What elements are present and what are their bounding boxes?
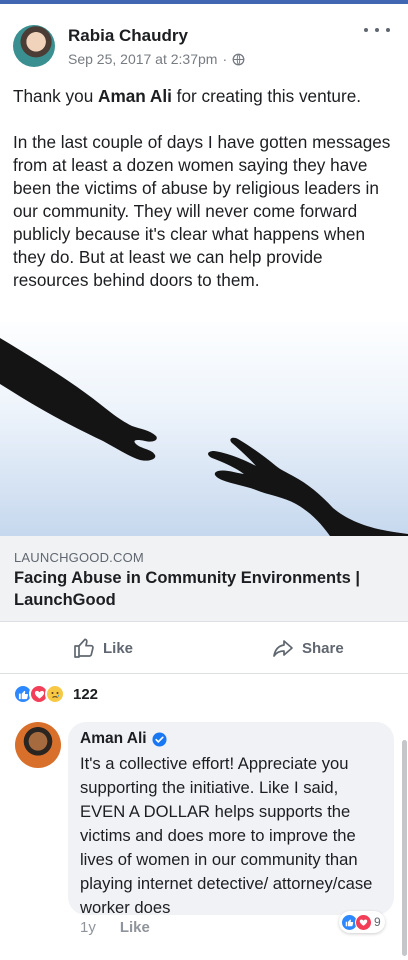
share-button[interactable]: Share [271, 636, 344, 660]
more-options-icon[interactable] [364, 28, 390, 40]
post-meta: Sep 25, 2017 at 2:37pm · [68, 51, 245, 67]
post-actions: Like Share [0, 622, 408, 674]
link-preview-meta[interactable]: LAUNCHGOOD.COM Facing Abuse in Community… [0, 536, 408, 622]
author-avatar[interactable] [13, 25, 55, 67]
reaching-hands-image [0, 338, 408, 536]
link-domain: LAUNCHGOOD.COM [14, 550, 144, 565]
comment-author[interactable]: Aman Ali [80, 730, 167, 748]
post-text-intro: Thank you Aman Ali for creating this ven… [13, 86, 362, 106]
author-name[interactable]: Rabia Chaudry [68, 26, 188, 46]
comment-reactions[interactable]: 9 [339, 911, 385, 933]
comment-text: It's a collective effort! Appreciate you… [80, 754, 373, 917]
link-preview-image[interactable] [0, 322, 408, 536]
post-header: Rabia Chaudry Sep 25, 2017 at 2:37pm · [0, 4, 408, 76]
comment-age[interactable]: 1y [80, 919, 96, 936]
scrollbar[interactable] [402, 740, 407, 956]
verified-badge-icon [152, 731, 167, 747]
comment-love-reaction-icon [355, 913, 372, 931]
commenter-avatar[interactable] [15, 722, 61, 768]
link-title[interactable]: Facing Abuse in Community Environments |… [14, 567, 394, 611]
meta-separator: · [222, 51, 228, 67]
comment-author-name[interactable]: Aman Ali [80, 730, 147, 748]
reactions-summary[interactable]: 122 [13, 683, 98, 705]
share-arrow-icon [273, 640, 293, 657]
comment-like-button[interactable]: Like [120, 919, 150, 936]
post-timestamp[interactable]: Sep 25, 2017 at 2:37pm [68, 51, 217, 67]
thumbs-up-icon [74, 638, 94, 658]
comment-footer: 1y Like [80, 919, 150, 936]
comment-bubble: Aman Ali It's a collective effort! Appre… [68, 722, 394, 917]
share-label: Share [302, 639, 344, 657]
like-label: Like [103, 639, 134, 657]
comment-reaction-count: 9 [374, 915, 381, 929]
post-text: Thank you Aman Ali for creating this ven… [13, 85, 397, 315]
mention-link[interactable]: Aman Ali [98, 86, 172, 106]
sad-reaction-icon [45, 684, 65, 704]
globe-icon[interactable] [232, 53, 245, 66]
reaction-count[interactable]: 122 [73, 686, 98, 703]
post-text-body: In the last couple of days I have gotten… [13, 132, 391, 290]
like-button[interactable]: Like [72, 636, 133, 660]
